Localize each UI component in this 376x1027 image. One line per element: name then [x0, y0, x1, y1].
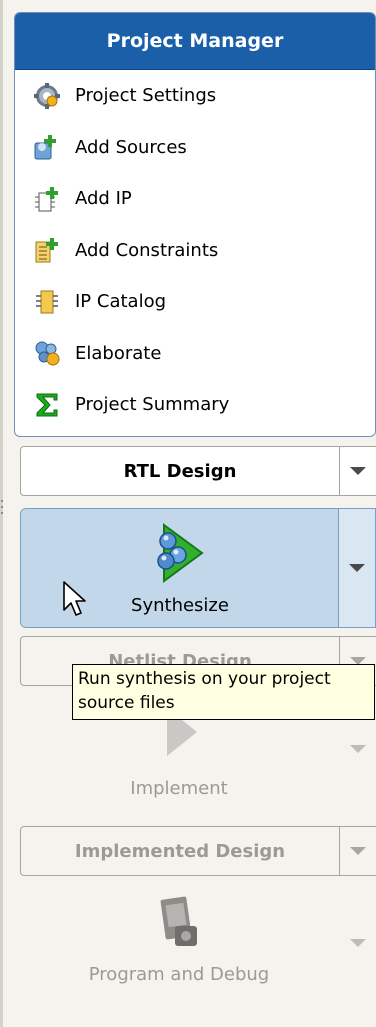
- tooltip-line-2: source files: [78, 693, 175, 713]
- add-constraints-item[interactable]: Add Constraints: [15, 225, 375, 277]
- elaborate-label: Elaborate: [75, 342, 162, 364]
- project-summary-label: Project Summary: [75, 394, 230, 416]
- chevron-down-icon: [349, 564, 365, 572]
- project-manager-header[interactable]: Project Manager: [15, 13, 375, 70]
- project-settings-label: Project Settings: [75, 85, 217, 107]
- rtl-design-dropdown[interactable]: [340, 446, 376, 496]
- rtl-design-button[interactable]: RTL Design: [20, 446, 340, 496]
- mouse-cursor-icon: [63, 581, 86, 616]
- project-manager-panel: Project Manager Project Settings Add Sou…: [14, 12, 376, 437]
- implemented-design-button[interactable]: Implemented Design: [20, 826, 340, 876]
- synthesize-label: Synthesize: [131, 595, 229, 616]
- project-summary-item[interactable]: Project Summary: [15, 379, 375, 431]
- chevron-down-icon: [350, 939, 366, 947]
- program-and-debug-button[interactable]: Program and Debug: [20, 884, 338, 1002]
- tooltip-line-1: Run synthesis on your project: [78, 669, 331, 689]
- synthesize-tooltip: Run synthesis on your project source fil…: [72, 664, 375, 720]
- program-and-debug-section: Program and Debug: [20, 884, 376, 1004]
- program-and-debug-label: Program and Debug: [88, 964, 270, 985]
- elaborate-icon: [33, 339, 61, 367]
- implement-label: Implement: [130, 778, 228, 799]
- project-manager-list: Project Settings Add Sources Add IP Add …: [15, 70, 375, 431]
- gear-icon: [33, 82, 61, 110]
- chevron-down-icon: [350, 745, 366, 753]
- synthesize-icon: [157, 523, 204, 583]
- implemented-design-section: Implemented Design: [20, 826, 376, 876]
- program-debug-icon: [160, 896, 197, 946]
- program-and-debug-dropdown[interactable]: [340, 884, 376, 1002]
- chevron-down-icon: [350, 847, 366, 855]
- add-sources-icon: [33, 133, 61, 161]
- synthesize-dropdown[interactable]: [338, 508, 376, 628]
- add-sources-item[interactable]: Add Sources: [15, 122, 375, 174]
- add-ip-label: Add IP: [75, 188, 132, 210]
- elaborate-item[interactable]: Elaborate: [15, 328, 375, 380]
- add-sources-label: Add Sources: [75, 136, 187, 158]
- implemented-design-dropdown[interactable]: [340, 826, 376, 876]
- ip-catalog-label: IP Catalog: [75, 291, 167, 313]
- add-ip-icon: [33, 185, 61, 213]
- sigma-icon: [33, 391, 61, 419]
- chevron-down-icon: [350, 467, 366, 475]
- add-ip-item[interactable]: Add IP: [15, 173, 375, 225]
- project-settings-item[interactable]: Project Settings: [15, 70, 375, 122]
- splitter-grip[interactable]: [0, 500, 4, 522]
- add-constraints-label: Add Constraints: [75, 239, 219, 261]
- ip-catalog-item[interactable]: IP Catalog: [15, 276, 375, 328]
- rtl-design-section: RTL Design: [20, 446, 376, 496]
- ip-catalog-icon: [33, 288, 61, 316]
- add-constraints-icon: [33, 236, 61, 264]
